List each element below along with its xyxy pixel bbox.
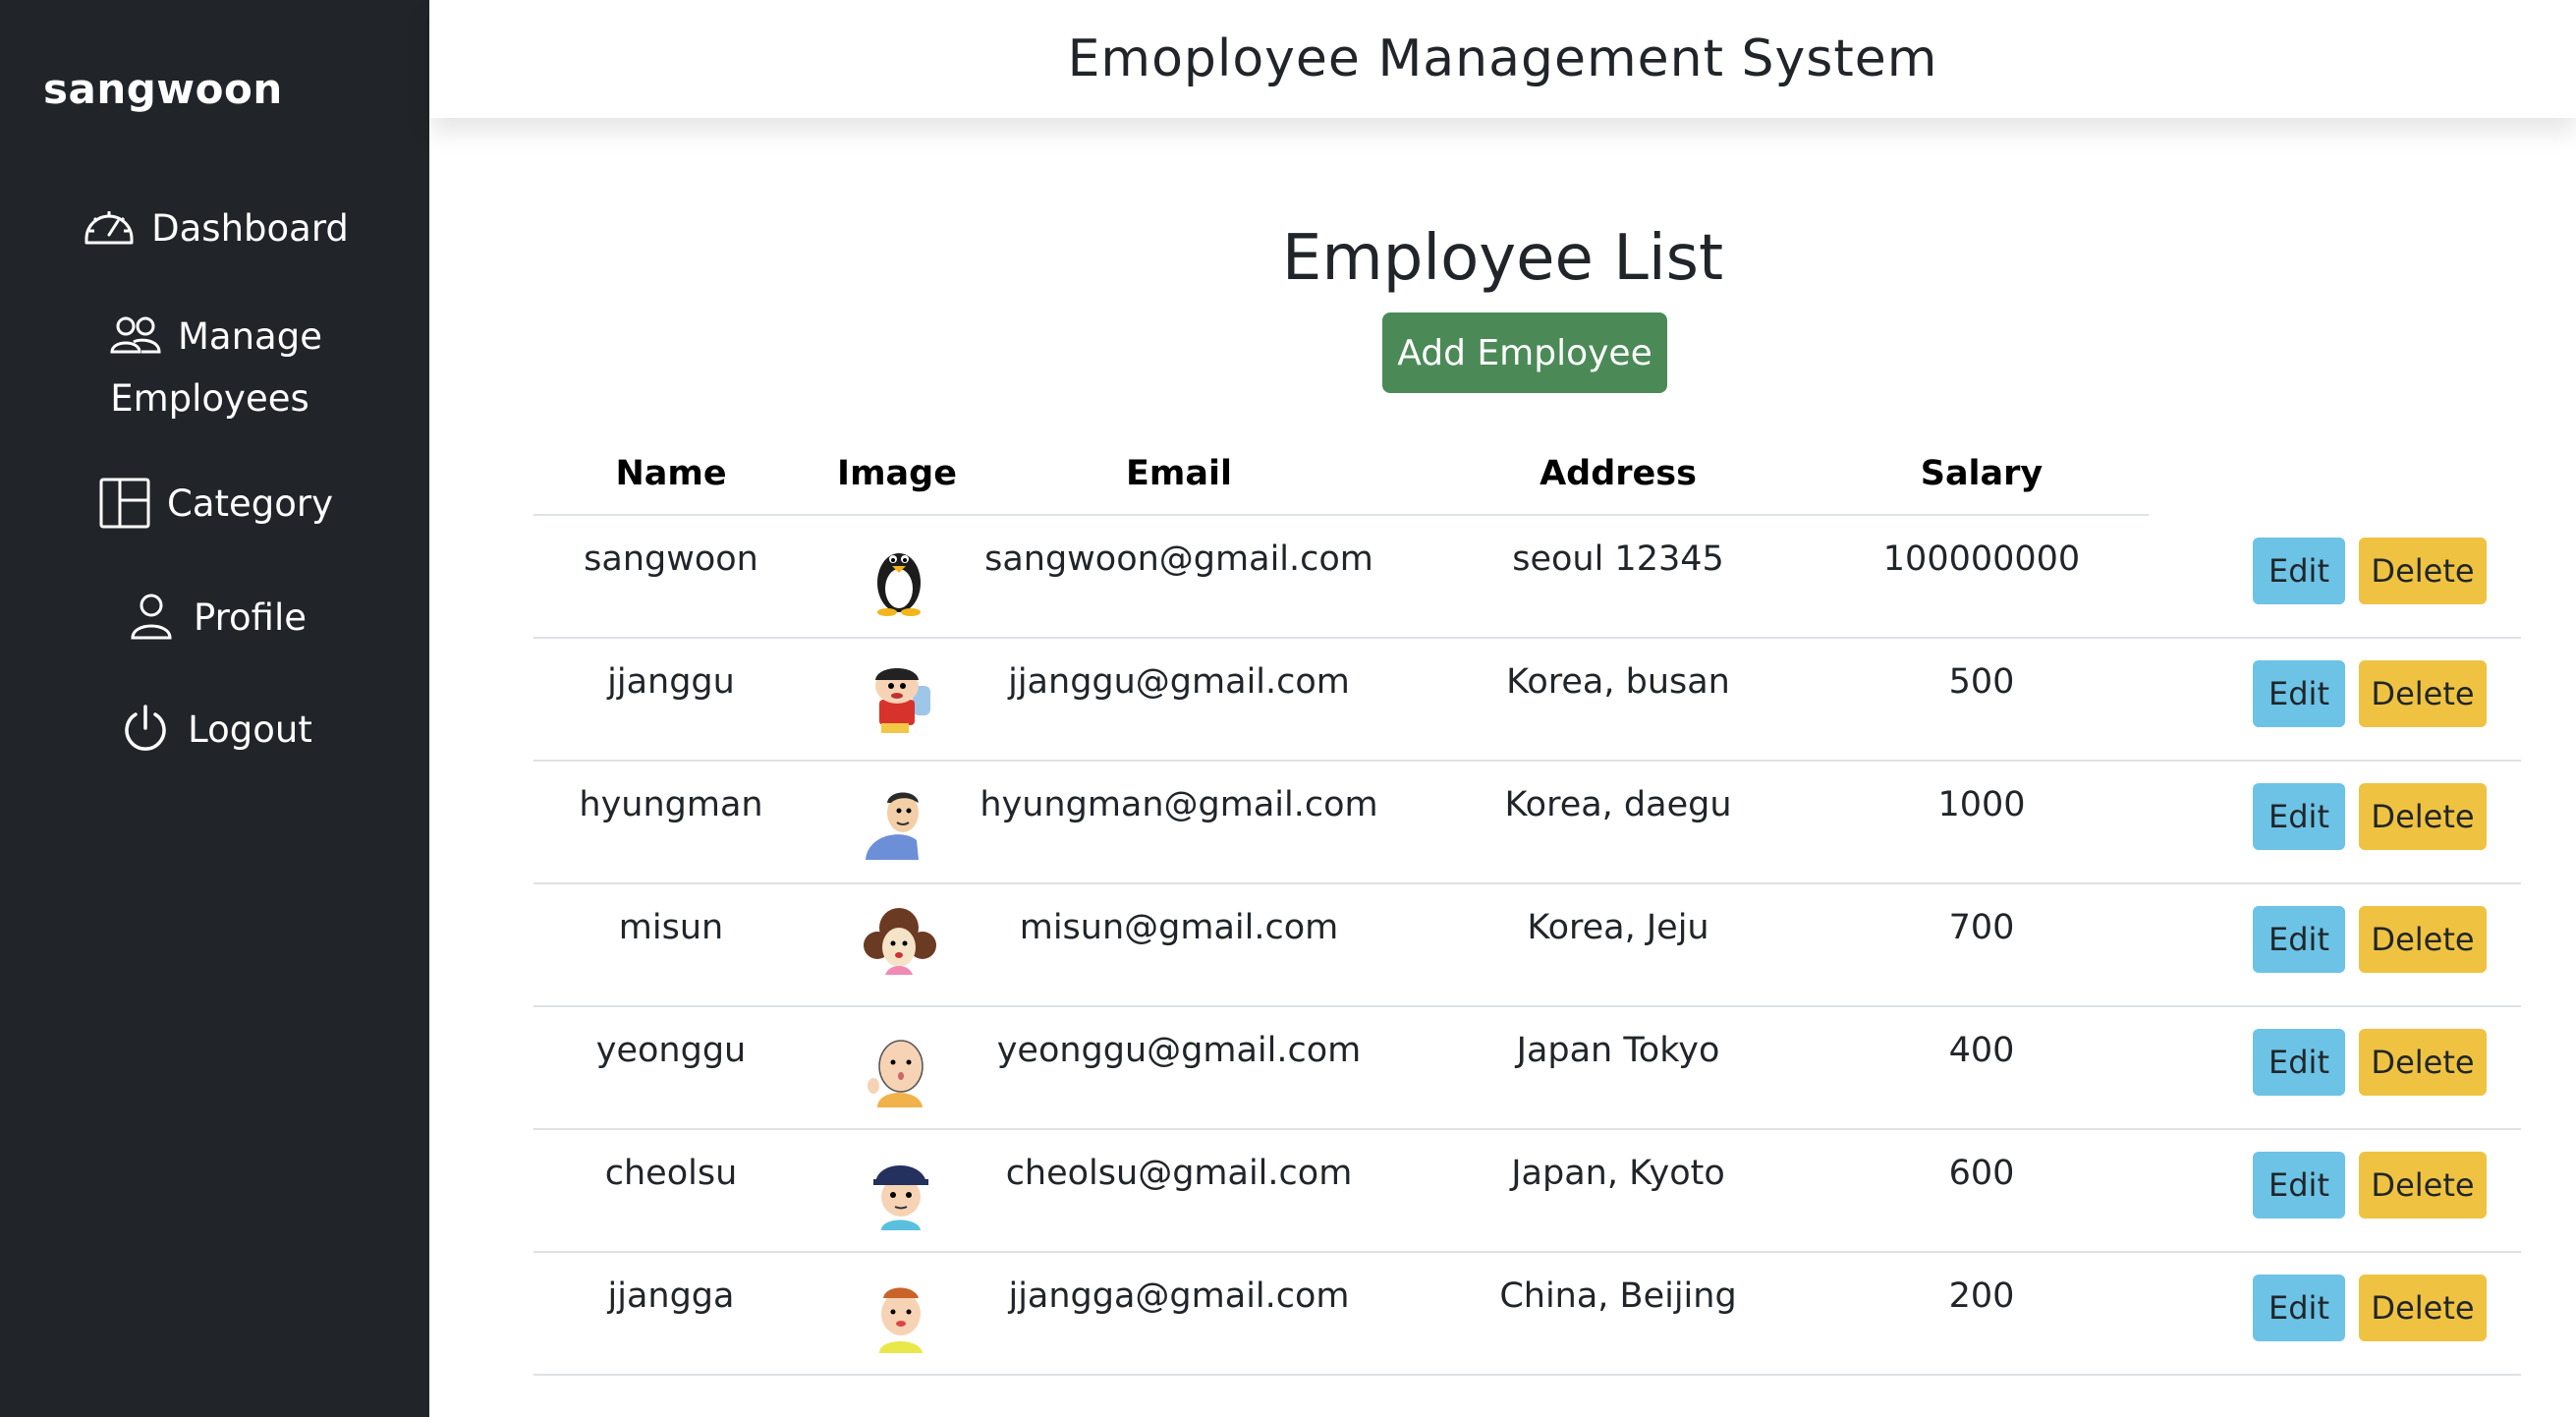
sidebar-item-logout[interactable]: Logout	[0, 698, 429, 761]
sidebar-item-label: Manage	[178, 315, 322, 358]
column-header-email: Email	[1126, 454, 1232, 493]
woman-cartoon-avatar	[858, 902, 941, 986]
employee-address: Korea, Jeju	[1527, 908, 1709, 947]
delete-button[interactable]: Delete	[2359, 1275, 2487, 1341]
delete-button[interactable]: Delete	[2359, 1152, 2487, 1219]
column-header-name: Name	[615, 454, 727, 493]
delete-button[interactable]: Delete	[2359, 1029, 2487, 1096]
sidebar-item-label: Logout	[188, 708, 312, 751]
edit-button[interactable]: Edit	[2253, 660, 2345, 727]
employee-address: China, Beijing	[1499, 1276, 1737, 1316]
employee-address: Korea, daegu	[1504, 785, 1732, 824]
column-header-salary: Salary	[1920, 454, 2044, 493]
edit-button[interactable]: Edit	[2253, 906, 2345, 973]
employee-name: sangwoon	[584, 539, 758, 579]
add-employee-button[interactable]: Add Employee	[1382, 312, 1667, 393]
columns-icon	[96, 475, 153, 532]
boy-cartoon-avatar	[858, 656, 941, 740]
power-icon	[117, 701, 174, 758]
table-row: misun misun@gmail.com Korea, Jeju 700 Ed…	[533, 884, 2521, 1007]
penguin-avatar	[858, 534, 941, 617]
employee-email: cheolsu@gmail.com	[1005, 1154, 1353, 1193]
employee-salary: 100000000	[1882, 539, 2081, 579]
infant-cartoon-avatar	[858, 1271, 941, 1354]
table-header: Name Image Email Address Salary	[533, 442, 2149, 516]
sidebar-item-manage-employees[interactable]: Manage Employees	[0, 305, 429, 423]
edit-button[interactable]: Edit	[2253, 783, 2345, 850]
employee-address: seoul 12345	[1512, 539, 1724, 579]
page-title: Emoployee Management System	[1067, 29, 1938, 88]
employee-salary: 400	[1948, 1031, 2015, 1070]
employee-email: jjangga@gmail.com	[1008, 1276, 1350, 1316]
table-row: jjangga jjangga@gmail.com China, Beijing…	[533, 1253, 2521, 1376]
column-header-address: Address	[1540, 454, 1697, 493]
employee-email: jjanggu@gmail.com	[1008, 662, 1350, 702]
employee-name: jjangga	[607, 1276, 735, 1316]
employee-table-body: sangwoon sangwoon@gmail.com seoul 12345 …	[533, 516, 2521, 1376]
section-title: Employee List	[1281, 222, 1724, 295]
man-cartoon-avatar	[858, 779, 941, 863]
employee-salary: 600	[1948, 1154, 2015, 1193]
edit-button[interactable]: Edit	[2253, 1275, 2345, 1341]
sidebar-item-profile[interactable]: Profile	[0, 586, 429, 649]
employee-address: Japan, Kyoto	[1511, 1154, 1725, 1193]
delete-button[interactable]: Delete	[2359, 906, 2487, 973]
employee-name: misun	[618, 908, 724, 947]
employee-name: jjanggu	[607, 662, 735, 702]
employee-name: hyungman	[579, 785, 763, 824]
kid-cap-cartoon-avatar	[858, 1148, 941, 1231]
baby-cartoon-avatar	[858, 1025, 941, 1108]
table-row: sangwoon sangwoon@gmail.com seoul 12345 …	[533, 516, 2521, 639]
sidebar-item-label: Category	[166, 482, 333, 525]
people-icon	[107, 309, 164, 366]
sidebar-item-dashboard[interactable]: Dashboard	[0, 197, 429, 259]
employee-address: Korea, busan	[1506, 662, 1730, 702]
employee-name: yeonggu	[595, 1031, 747, 1070]
edit-button[interactable]: Edit	[2253, 538, 2345, 604]
delete-button[interactable]: Delete	[2359, 538, 2487, 604]
delete-button[interactable]: Delete	[2359, 783, 2487, 850]
table-row: hyungman hyungman@gmail.com Korea, daegu…	[533, 762, 2521, 884]
main-content: Employee List Add Employee Name Image Em…	[429, 118, 2576, 1417]
table-row: yeonggu yeonggu@gmail.com Japan Tokyo 40…	[533, 1007, 2521, 1130]
edit-button[interactable]: Edit	[2253, 1029, 2345, 1096]
employee-email: hyungman@gmail.com	[980, 785, 1378, 824]
app-window: sangwoon Dashboard Manage Employees Cate…	[0, 0, 2576, 1417]
employee-salary: 700	[1948, 908, 2015, 947]
employee-email: sangwoon@gmail.com	[984, 539, 1373, 579]
top-header: Emoployee Management System	[429, 0, 2576, 118]
employee-email: yeonggu@gmail.com	[996, 1031, 1362, 1070]
table-row: cheolsu cheolsu@gmail.com Japan, Kyoto 6…	[533, 1130, 2521, 1253]
speedometer-icon	[81, 199, 138, 256]
delete-button[interactable]: Delete	[2359, 660, 2487, 727]
sidebar: sangwoon Dashboard Manage Employees Cate…	[0, 0, 429, 1417]
edit-button[interactable]: Edit	[2253, 1152, 2345, 1219]
sidebar-item-label: Dashboard	[151, 206, 349, 250]
employee-name: cheolsu	[604, 1154, 738, 1193]
employee-address: Japan Tokyo	[1516, 1031, 1720, 1070]
employee-salary: 1000	[1937, 785, 2026, 824]
employee-salary: 200	[1948, 1276, 2015, 1316]
sidebar-item-category[interactable]: Category	[0, 472, 429, 535]
column-header-image: Image	[837, 454, 957, 493]
person-icon	[123, 589, 180, 646]
employee-email: misun@gmail.com	[1019, 908, 1339, 947]
table-row: jjanggu jjanggu@gmail.com Korea, busan 5…	[533, 639, 2521, 762]
employee-salary: 500	[1948, 662, 2015, 702]
sidebar-item-label: Employees	[110, 376, 309, 420]
sidebar-item-label: Profile	[193, 595, 308, 639]
brand-name[interactable]: sangwoon	[43, 65, 283, 113]
